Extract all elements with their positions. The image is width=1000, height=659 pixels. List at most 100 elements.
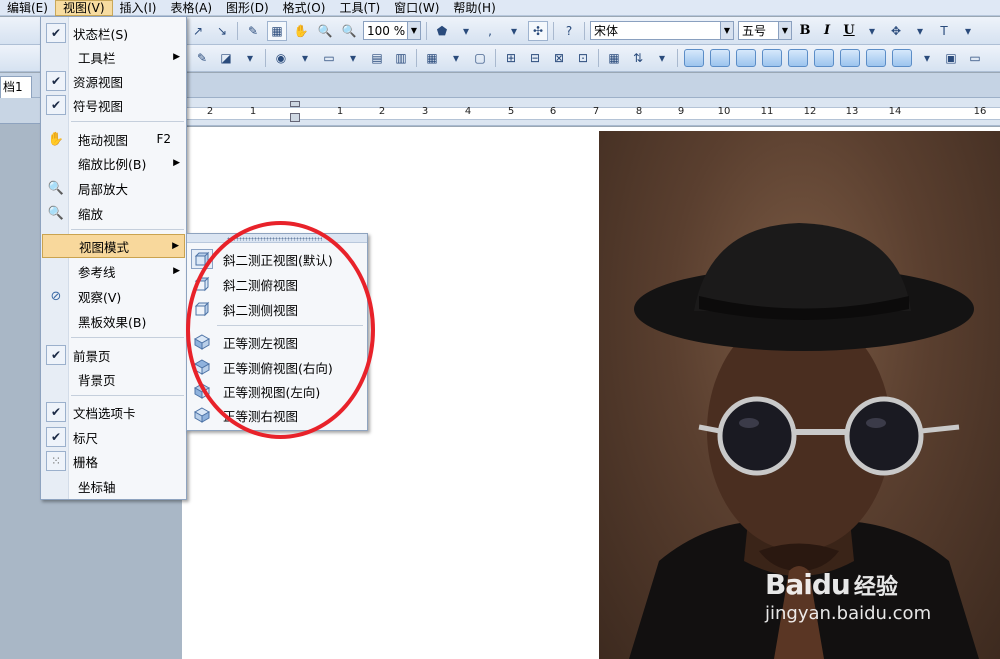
callout-5-icon[interactable] xyxy=(788,49,808,67)
menu-view[interactable]: 视图(V) xyxy=(54,0,113,16)
frame-icon[interactable]: ▭ xyxy=(319,48,339,68)
dropdown-icon[interactable]: ▾ xyxy=(504,21,524,41)
dropdown-icon[interactable]: ▾ xyxy=(862,21,882,41)
submenu-item-iso-top-right[interactable]: 正等测俯视图(右向) xyxy=(189,355,365,379)
menu-item-view-mode[interactable]: 视图模式 ▶ xyxy=(42,234,185,258)
callout-7-icon[interactable] xyxy=(840,49,860,67)
callout-3-icon[interactable] xyxy=(736,49,756,67)
menu-item-zoom[interactable]: 🔍 缩放 xyxy=(42,201,185,225)
arrow2-icon[interactable]: ↘ xyxy=(212,21,232,41)
arrow-icon[interactable]: ↗ xyxy=(188,21,208,41)
callout-8-icon[interactable] xyxy=(866,49,886,67)
font-color-icon[interactable]: T xyxy=(934,21,954,41)
pen-icon[interactable]: ✎ xyxy=(243,21,263,41)
menu-item-observe[interactable]: ⊘ 观察(V) xyxy=(42,284,185,308)
chevron-down-icon[interactable]: ▼ xyxy=(407,22,420,39)
table2-icon[interactable]: ▥ xyxy=(391,48,411,68)
dropdown-icon[interactable]: ▾ xyxy=(456,21,476,41)
menu-item-drag-view[interactable]: ✋ 拖动视图 F2 xyxy=(42,127,185,151)
menu-graphics[interactable]: 图形(D) xyxy=(219,0,276,16)
table-icon[interactable]: ▤ xyxy=(367,48,387,68)
grid-table-icon[interactable]: ▦ xyxy=(422,48,442,68)
split-icon[interactable]: ⊡ xyxy=(573,48,593,68)
merge-icon[interactable]: ⊠ xyxy=(549,48,569,68)
font-size-combo[interactable]: 五号 ▼ xyxy=(738,21,792,40)
horizontal-ruler[interactable]: 2 1 1 2 3 4 5 6 7 8 9 10 11 12 13 14 16 xyxy=(182,98,1000,126)
font-name-combo[interactable]: 宋体 ▼ xyxy=(590,21,734,40)
menu-edit[interactable]: 编辑(E) xyxy=(0,0,55,16)
grid-icon: ⁙ xyxy=(46,451,66,471)
menu-item-ruler[interactable]: ✔ 标尺 xyxy=(42,425,185,449)
bold-button[interactable]: B xyxy=(796,23,814,38)
anchor-icon[interactable]: ✣ xyxy=(528,20,548,41)
callout-9-icon[interactable] xyxy=(892,49,912,67)
check-icon: ✔ xyxy=(46,427,66,447)
window-icon[interactable]: ▭ xyxy=(965,48,985,68)
toolbar-separator xyxy=(265,49,266,67)
underline-button[interactable]: U xyxy=(840,23,858,38)
dropdown-icon[interactable]: ▾ xyxy=(917,48,937,68)
menu-item-axes[interactable]: 坐标轴 xyxy=(42,474,185,498)
menu-item-grid[interactable]: ⁙ 栅格 xyxy=(42,449,185,473)
menu-item-symbol-view[interactable]: ✔ 符号视图 xyxy=(42,93,185,117)
chevron-down-icon[interactable]: ▼ xyxy=(778,22,791,39)
distribute-icon[interactable]: ⊟ xyxy=(525,48,545,68)
dropdown-icon[interactable]: ▾ xyxy=(958,21,978,41)
dropdown-icon[interactable]: ▾ xyxy=(910,21,930,41)
ruler-label: 1 xyxy=(249,106,257,117)
submenu-item-cabinet-top[interactable]: 斜二测俯视图 xyxy=(189,272,365,296)
menu-help[interactable]: 帮助(H) xyxy=(446,0,502,16)
menu-item-toolbars[interactable]: 工具栏 ▶ xyxy=(42,45,185,69)
grid-toggle-icon[interactable]: ▦ xyxy=(267,20,287,41)
callout-4-icon[interactable] xyxy=(762,49,782,67)
submenu-item-iso-right[interactable]: 正等测右视图 xyxy=(189,403,365,427)
callout-6-icon[interactable] xyxy=(814,49,834,67)
menu-table[interactable]: 表格(A) xyxy=(163,0,219,16)
insert-shape-icon[interactable]: ⬟ xyxy=(432,21,452,41)
chevron-down-icon[interactable]: ▼ xyxy=(720,22,733,39)
dropdown-icon[interactable]: ▾ xyxy=(295,48,315,68)
text-spacing-icon[interactable]: ✥ xyxy=(886,21,906,41)
submenu-item-iso-left[interactable]: 正等测左视图 xyxy=(189,330,365,354)
menu-item-document-tabs[interactable]: ✔ 文档选项卡 xyxy=(42,400,185,424)
indent-marker[interactable] xyxy=(290,101,300,123)
menu-item-blackboard[interactable]: 黑板效果(B) xyxy=(42,309,185,333)
menu-item-guides[interactable]: 参考线 ▶ xyxy=(42,259,185,283)
menu-format[interactable]: 格式(O) xyxy=(276,0,333,16)
menu-tools[interactable]: 工具(T) xyxy=(332,0,387,16)
callout-1-icon[interactable] xyxy=(684,49,704,67)
cells-icon[interactable]: ▦ xyxy=(604,48,624,68)
callout-2-icon[interactable] xyxy=(710,49,730,67)
menu-item-zoom-ratio[interactable]: 缩放比例(B) ▶ xyxy=(42,151,185,175)
italic-button[interactable]: I xyxy=(818,23,836,38)
zoom-out-icon[interactable]: 🔍 xyxy=(339,21,359,41)
dropdown-icon[interactable]: ▾ xyxy=(446,48,466,68)
paint-bucket-icon[interactable]: ◉ xyxy=(271,48,291,68)
sort-icon[interactable]: ⇅ xyxy=(628,48,648,68)
menu-item-status-bar[interactable]: ✔ 状态栏(S) xyxy=(42,21,185,45)
menu-item-label: 资源视图 xyxy=(73,74,124,90)
document-tab[interactable]: 档1 xyxy=(0,76,32,98)
align-icon[interactable]: ⊞ xyxy=(501,48,521,68)
menu-item-foreground-page[interactable]: ✔ 前景页 xyxy=(42,343,185,367)
image-icon[interactable]: ▣ xyxy=(941,48,961,68)
menu-item-resource-view[interactable]: ✔ 资源视图 xyxy=(42,69,185,93)
menu-insert[interactable]: 插入(I) xyxy=(113,0,164,16)
comma-icon[interactable]: , xyxy=(480,21,500,41)
line-color-icon[interactable]: ✎ xyxy=(192,48,212,68)
zoom-in-icon[interactable]: 🔍 xyxy=(315,21,335,41)
zoom-combo[interactable]: 100 % ▼ xyxy=(363,21,421,40)
menu-item-background-page[interactable]: 背景页 xyxy=(42,367,185,391)
dropdown-icon[interactable]: ▾ xyxy=(652,48,672,68)
submenu-item-iso-left-facing[interactable]: 正等测视图(左向) xyxy=(189,379,365,403)
dropdown-icon[interactable]: ▾ xyxy=(343,48,363,68)
menu-window[interactable]: 窗口(W) xyxy=(387,0,446,16)
dropdown-icon[interactable]: ▾ xyxy=(240,48,260,68)
submenu-item-cabinet-side[interactable]: 斜二测侧视图 xyxy=(189,297,365,321)
menu-item-local-zoom[interactable]: 🔍 局部放大 xyxy=(42,176,185,200)
fill-icon[interactable]: ◪ xyxy=(216,48,236,68)
hand-icon[interactable]: ✋ xyxy=(291,21,311,41)
help-icon[interactable]: ? xyxy=(559,21,579,41)
submenu-item-cabinet-front[interactable]: 斜二测正视图(默认) xyxy=(189,247,365,271)
border-icon[interactable]: ▢ xyxy=(470,48,490,68)
